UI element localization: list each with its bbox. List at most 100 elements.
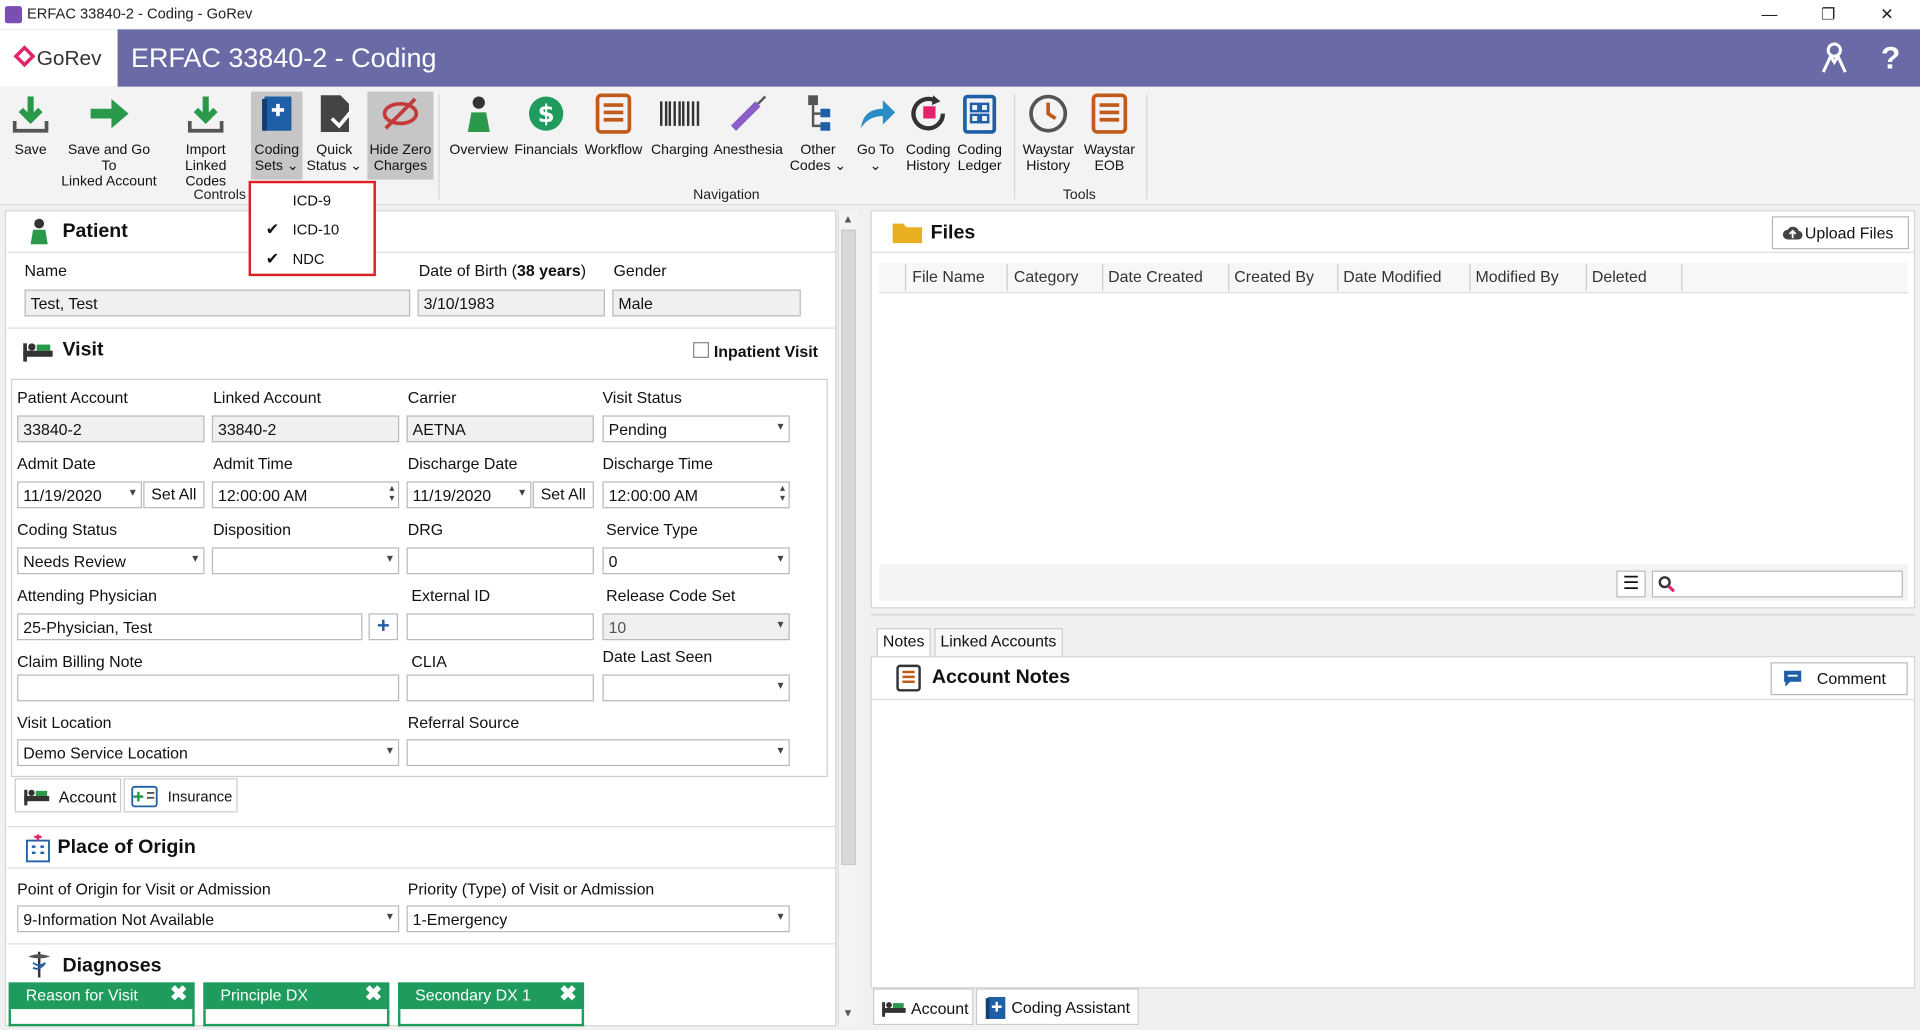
scrollbar-thumb[interactable] [841,229,856,866]
add-physician-button[interactable]: + [368,613,398,641]
coding-status-select[interactable]: Needs Review [17,547,205,575]
coding-ledger-button[interactable]: Coding Ledger [955,92,1004,175]
bed-icon [23,343,53,362]
release-code-select[interactable]: 10 [602,613,790,641]
overview-button[interactable]: Overview [446,92,512,159]
dollar-icon: $ [524,92,568,136]
drg-field[interactable] [406,547,594,575]
admit-time-spinner[interactable]: 12:00:00 AM [211,481,400,509]
column-date-created[interactable]: Date Created [1103,263,1230,291]
visit-status-select[interactable]: Pending [602,415,790,443]
drg-label: DRG [407,520,444,539]
service-type-select[interactable]: 0 [602,547,790,575]
go-to-button[interactable]: Go To ⌄ [850,92,901,175]
bottom-tab-coding-assistant[interactable]: Coding Assistant [975,988,1139,1026]
point-of-origin-label: Point of Origin for Visit or Admission [17,879,271,899]
tab-notes[interactable]: Notes [876,628,931,658]
upload-files-button[interactable]: Upload Files [1771,216,1909,250]
menu-item-icd10[interactable]: ✔ ICD-10 [251,215,373,242]
help-icon[interactable]: ? [1881,39,1900,77]
visit-tab-insurance[interactable]: Insurance [123,778,238,813]
minimize-button[interactable]: — [1745,2,1794,26]
gender-field[interactable]: Male [612,289,801,317]
referral-select[interactable] [406,739,790,767]
claim-note-field[interactable] [17,674,400,702]
eob-list-icon [1087,92,1131,136]
attending-field[interactable]: 25-Physician, Test [17,613,363,641]
linked-account-field[interactable]: 33840-2 [211,415,400,443]
left-scrollbar[interactable]: ▲ ▼ [837,210,858,1027]
close-icon[interactable]: ✖ [365,982,382,1006]
bottom-tab-account[interactable]: Account [873,988,974,1026]
column-date-modified[interactable]: Date Modified [1338,263,1471,291]
list-icon [591,92,635,136]
import-linked-codes-button[interactable]: Import Linked Codes [164,92,247,191]
carrier-field[interactable]: AETNA [406,415,594,443]
folder-icon [892,223,923,244]
column-created-by[interactable]: Created By [1229,263,1339,291]
arrow-right-icon [87,92,131,136]
dx-tab-principle[interactable]: Principle DX ✖ [203,982,390,1010]
import-icon [184,92,228,136]
user-icon[interactable] [1820,42,1849,74]
other-codes-button[interactable]: Other Codes ⌄ [789,92,848,175]
waystar-eob-button[interactable]: Waystar EOB [1080,92,1139,175]
column-file-name[interactable]: File Name [907,263,1008,291]
disposition-select[interactable] [211,547,400,575]
visit-location-select[interactable]: Demo Service Location [17,739,400,767]
discharge-date-picker[interactable]: 11/19/2020 [406,481,532,509]
group-divider [438,94,440,200]
menu-item-ndc[interactable]: ✔ NDC [251,244,373,271]
discharge-set-all-button[interactable]: Set All [532,481,594,509]
priority-label: Priority (Type) of Visit or Admission [407,879,655,899]
menu-icon[interactable]: ☰ [1616,570,1646,598]
close-button[interactable]: ✕ [1862,2,1911,26]
close-icon[interactable]: ✖ [559,982,576,1006]
close-icon[interactable]: ✖ [170,982,187,1006]
visit-tab-account[interactable]: Account [14,778,122,813]
divider [7,943,836,945]
workflow-button[interactable]: Workflow [580,92,646,159]
save-and-go-to-linked-button[interactable]: Save and Go To Linked Account [59,92,159,191]
anesthesia-button[interactable]: Anesthesia [713,92,784,159]
comment-icon [1784,670,1802,687]
discharge-time-spinner[interactable]: 12:00:00 AM [602,481,790,509]
date-last-seen-picker[interactable] [602,674,790,702]
group-divider [1146,94,1148,200]
person-icon [457,92,501,136]
coding-sets-button[interactable]: Coding Sets ⌄ [251,91,303,180]
disposition-label: Disposition [213,520,291,539]
admit-date-picker[interactable]: 11/19/2020 [17,481,143,509]
page-title: ERFAC 33840-2 - Coding [131,42,437,74]
waystar-history-button[interactable]: Waystar History [1021,92,1075,175]
restore-button[interactable]: ❐ [1804,2,1853,26]
hide-zero-charges-button[interactable]: Hide Zero Charges [367,91,434,180]
inpatient-checkbox[interactable] [693,342,709,358]
comment-button[interactable]: Comment [1770,662,1908,696]
name-field[interactable]: Test, Test [24,289,411,317]
referral-label: Referral Source [407,713,520,732]
priority-select[interactable]: 1-Emergency [406,905,790,933]
admit-set-all-button[interactable]: Set All [143,481,205,509]
tools-group-label: Tools [1062,188,1096,203]
external-id-field[interactable] [406,613,594,641]
charging-button[interactable]: Charging [649,92,710,159]
patient-account-field[interactable]: 33840-2 [17,415,205,443]
external-id-label: External ID [411,586,491,605]
quick-status-button[interactable]: Quick Status ⌄ [306,92,362,175]
column-modified-by[interactable]: Modified By [1471,263,1587,291]
coding-history-button[interactable]: Coding History [904,92,953,175]
dob-field[interactable]: 3/10/1983 [417,289,605,317]
financials-button[interactable]: $ Financials [514,92,578,159]
column-category[interactable]: Category [1009,263,1104,291]
patient-icon [30,218,48,245]
save-button[interactable]: Save [5,92,56,159]
column-deleted[interactable]: Deleted [1587,263,1683,291]
point-of-origin-select[interactable]: 9-Information Not Available [17,905,400,933]
tab-linked-accounts[interactable]: Linked Accounts [934,628,1063,658]
dx-tab-secondary-1[interactable]: Secondary DX 1 ✖ [397,982,585,1010]
files-search-input[interactable] [1651,570,1903,598]
clia-field[interactable] [406,674,594,702]
dx-tab-reason-for-visit[interactable]: Reason for Visit ✖ [8,982,195,1010]
menu-item-icd9[interactable]: ICD-9 [251,186,373,213]
